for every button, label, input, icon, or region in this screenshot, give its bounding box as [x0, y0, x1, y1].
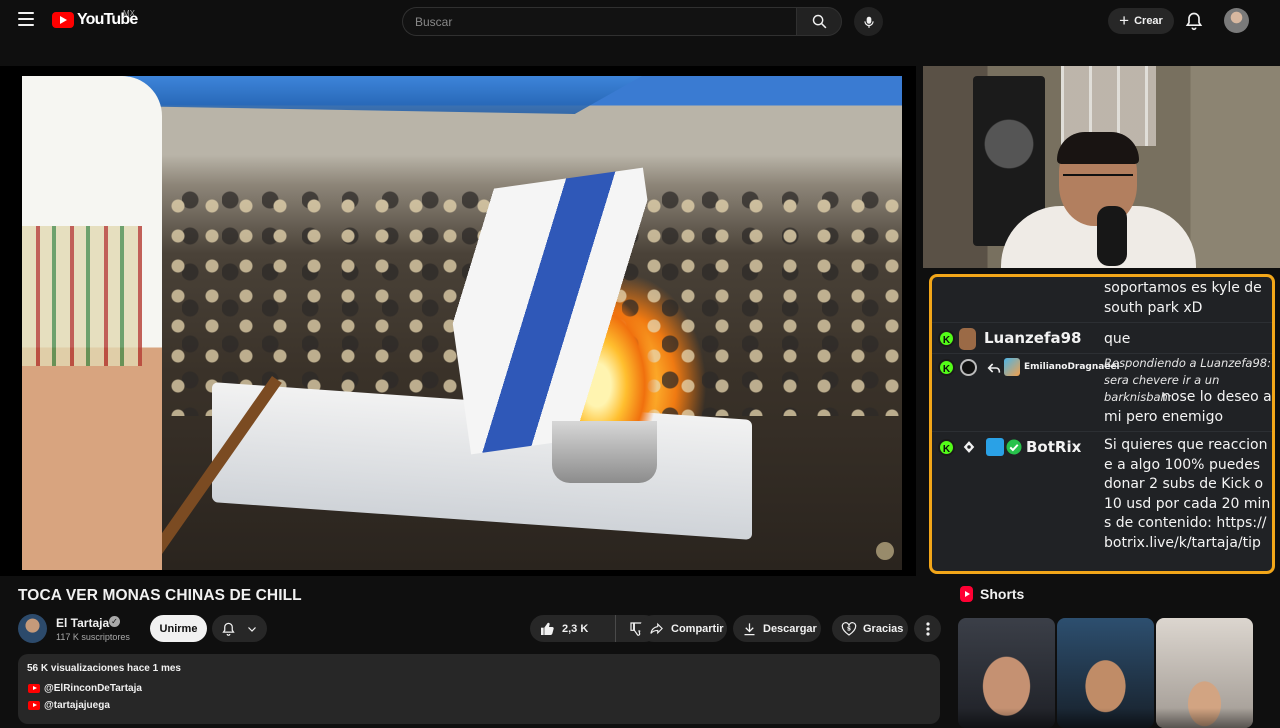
download-button[interactable]: Descargar: [733, 615, 821, 642]
bell-icon: [1185, 12, 1203, 31]
search-input[interactable]: [403, 8, 797, 35]
kick-badge-icon: K: [938, 439, 955, 456]
webcam-glasses: [1063, 174, 1133, 186]
video-description[interactable]: 56 K visualizaciones hace 1 mes @ElRinco…: [18, 654, 940, 724]
svg-text:$: $: [847, 625, 851, 632]
mic-icon: [863, 16, 874, 28]
video-scene-pot: [552, 421, 657, 483]
like-button[interactable]: 2,3 K: [530, 615, 616, 642]
download-icon: [744, 622, 755, 635]
chat-message-text: que: [1104, 331, 1131, 347]
chat-divider: [932, 431, 1272, 432]
verified-bot-icon: [1006, 439, 1022, 455]
view-count-and-date: 56 K visualizaciones hace 1 mes: [27, 663, 181, 674]
user-avatar-icon: [1004, 358, 1020, 376]
description-link-text: @tartajajuega: [44, 700, 110, 711]
chat-username: Luanzefa98: [984, 329, 1082, 347]
account-avatar[interactable]: [1224, 8, 1249, 33]
share-button[interactable]: Compartir: [640, 615, 727, 642]
youtube-logo-icon: [52, 12, 74, 28]
chat-divider: [932, 322, 1272, 323]
shorts-header: Shorts: [960, 586, 1024, 602]
shorts-title: Shorts: [980, 586, 1025, 602]
chat-username: BotRix: [1026, 438, 1082, 456]
search-icon: [812, 14, 826, 29]
webcam-streamer: [1001, 132, 1196, 268]
youtube-icon: [28, 701, 40, 710]
kick-badge-icon: K: [938, 359, 955, 376]
search-button[interactable]: [796, 7, 842, 36]
short-thumbnail[interactable]: [958, 618, 1055, 728]
video-frame[interactable]: [22, 76, 902, 570]
subscriber-count: 117 K suscriptores: [56, 632, 130, 642]
thanks-button[interactable]: $ Gracias: [832, 615, 908, 642]
thanks-label: Gracias: [863, 622, 904, 635]
search-box: [402, 7, 797, 36]
video-scene-awning: [82, 76, 642, 114]
youtube-icon: [28, 684, 40, 693]
video-scene-hat-band: [22, 226, 142, 366]
like-icon: [541, 622, 554, 635]
like-count: 2,3 K: [562, 622, 589, 635]
country-code: MX: [123, 9, 135, 18]
chat-message-text: Si quieres que reaccione a algo 100% pue…: [1104, 437, 1271, 551]
short-thumbnail[interactable]: [1057, 618, 1154, 728]
like-dislike-group: 2,3 K: [530, 615, 658, 642]
kick-badge-icon: K: [938, 330, 955, 347]
chat-message-text: nose lo deseo a mi pero enemigo: [1104, 389, 1272, 425]
user-avatar-icon: [986, 438, 1004, 456]
video-player[interactable]: [0, 66, 916, 576]
menu-icon[interactable]: [18, 12, 34, 26]
share-icon: [650, 622, 663, 635]
thanks-icon: $: [841, 621, 857, 636]
bell-icon: [222, 622, 235, 636]
notifications-button[interactable]: [1184, 10, 1204, 32]
webcam-microphone: [1097, 206, 1127, 266]
create-label: Crear: [1134, 15, 1163, 27]
video-title: TOCA VER MONAS CHINAS DE CHILL: [18, 587, 302, 604]
more-icon: [925, 621, 930, 636]
subscription-notifications-button[interactable]: [212, 615, 267, 642]
short-thumbnail[interactable]: [1156, 618, 1253, 728]
bot-badge-icon: [963, 441, 975, 453]
verified-icon: ✓: [109, 616, 120, 627]
plus-icon: +: [1119, 10, 1130, 30]
chevron-down-icon: [248, 626, 256, 632]
webcam-hair: [1057, 132, 1139, 164]
description-link-text: @ElRinconDeTartaja: [44, 683, 142, 694]
description-link[interactable]: @ElRinconDeTartaja: [28, 683, 142, 694]
video-watermark: [876, 542, 894, 560]
top-bar: YouTube MX + Crear: [0, 0, 1280, 42]
channel-avatar[interactable]: [18, 614, 47, 643]
user-avatar-icon: [959, 328, 976, 350]
shorts-icon: [960, 586, 973, 602]
description-link[interactable]: @tartajajuega: [28, 700, 110, 711]
user-badge-icon: [960, 359, 977, 376]
join-button[interactable]: Unirme: [150, 615, 207, 642]
more-actions-button[interactable]: [914, 615, 941, 642]
download-label: Descargar: [763, 622, 817, 635]
stream-chat-overlay: soportamos es kyle de south park xD K Lu…: [929, 274, 1275, 574]
webcam-overlay: [923, 66, 1280, 268]
create-button[interactable]: + Crear: [1108, 8, 1174, 34]
reply-arrow-icon: [987, 363, 1001, 373]
share-label: Compartir: [671, 622, 724, 635]
chat-message-text: soportamos es kyle de south park xD: [1104, 280, 1262, 316]
video-scene-flag: [434, 167, 680, 455]
channel-name[interactable]: El Tartaja: [56, 616, 109, 630]
voice-search-button[interactable]: [854, 7, 883, 36]
chat-divider: [932, 353, 1272, 354]
